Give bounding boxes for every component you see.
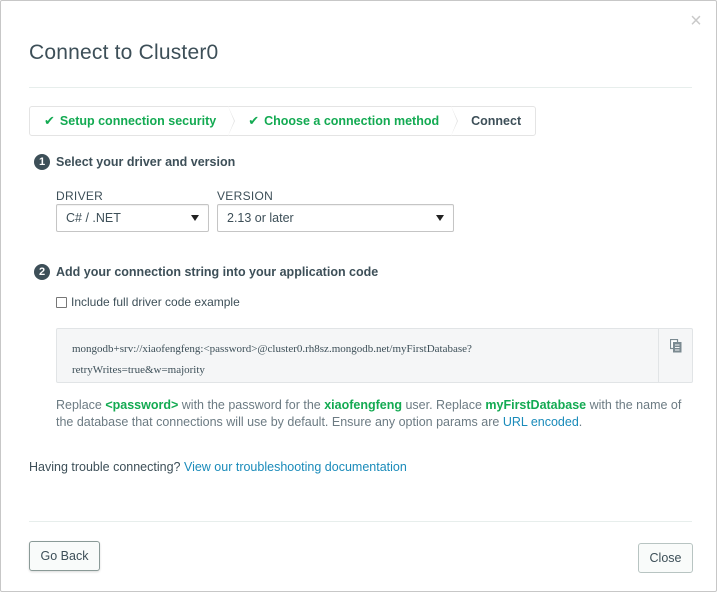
breadcrumb-label: Setup connection security <box>59 114 217 128</box>
copy-icon <box>670 339 682 353</box>
step-1-label: Select your driver and version <box>56 155 236 169</box>
divider-bottom <box>29 521 692 522</box>
include-full-code-option[interactable]: Include full driver code example <box>56 295 240 309</box>
desc-text: with the password for the <box>178 398 325 412</box>
password-token: <password> <box>105 398 179 412</box>
connection-instructions: Replace <password> with the password for… <box>56 397 696 431</box>
go-back-button[interactable]: Go Back <box>29 541 100 571</box>
step-number-badge: 2 <box>34 264 50 280</box>
breadcrumb-step-connect: Connect <box>457 107 535 135</box>
version-label: VERSION <box>217 189 274 203</box>
check-icon: ✔ <box>44 113 55 128</box>
modal-title: Connect to Cluster0 <box>29 41 219 64</box>
step-number-badge: 1 <box>34 154 50 170</box>
connection-string[interactable]: mongodb+srv://xiaofengfeng:<password>@cl… <box>72 339 652 381</box>
include-full-code-checkbox[interactable] <box>56 296 67 308</box>
connection-string-line: retryWrites=true&w=majority <box>72 364 205 376</box>
driver-label: DRIVER <box>56 189 104 203</box>
step-2-heading: 2 Add your connection string into your a… <box>34 264 378 280</box>
version-select-value: 2.13 or later <box>227 211 294 225</box>
driver-select-value: C# / .NET <box>66 211 121 225</box>
breadcrumb-step-security[interactable]: ✔ Setup connection security <box>30 106 236 136</box>
breadcrumb-step-method[interactable]: ✔ Choose a connection method <box>234 106 459 136</box>
version-select[interactable]: 2.13 or later <box>217 204 454 232</box>
step-1-heading: 1 Select your driver and version <box>34 154 235 170</box>
trouble-text: Having trouble connecting? <box>29 460 184 474</box>
breadcrumb: ✔ Setup connection security ✔ Choose a con… <box>29 106 537 136</box>
caret-down-icon <box>436 215 444 221</box>
step-2-label: Add your connection string into your app… <box>56 265 379 279</box>
connection-string-line: mongodb+srv://xiaofengfeng:<password>@cl… <box>72 343 472 355</box>
close-button[interactable]: Close <box>638 543 693 573</box>
include-full-code-label[interactable]: Include full driver code example <box>71 295 240 309</box>
driver-select[interactable]: C# / .NET <box>56 204 209 232</box>
username: xiaofengfeng <box>324 398 402 412</box>
divider-top <box>29 87 692 88</box>
url-encoded-link[interactable]: URL encoded <box>503 415 579 429</box>
connect-modal: × Connect to Cluster0 ✔ Setup connection … <box>0 0 717 592</box>
desc-text: . <box>578 415 583 429</box>
check-icon: ✔ <box>248 113 260 128</box>
copy-button[interactable] <box>658 329 692 382</box>
connection-string-box[interactable]: mongodb+srv://xiaofengfeng:<password>@cl… <box>56 328 693 383</box>
desc-text: user. Replace <box>402 398 486 412</box>
database-name: myFirstDatabase <box>485 398 587 412</box>
troubleshooting-link[interactable]: View our troubleshooting documentation <box>184 460 407 474</box>
breadcrumb-label: Choose a connection method <box>264 114 440 128</box>
breadcrumb-label: Connect <box>471 114 522 128</box>
close-icon[interactable]: × <box>688 11 704 31</box>
desc-text: Replace <box>56 398 106 412</box>
caret-down-icon <box>191 215 199 221</box>
troubleshooting-text: Having trouble connecting? View our trou… <box>29 460 407 474</box>
